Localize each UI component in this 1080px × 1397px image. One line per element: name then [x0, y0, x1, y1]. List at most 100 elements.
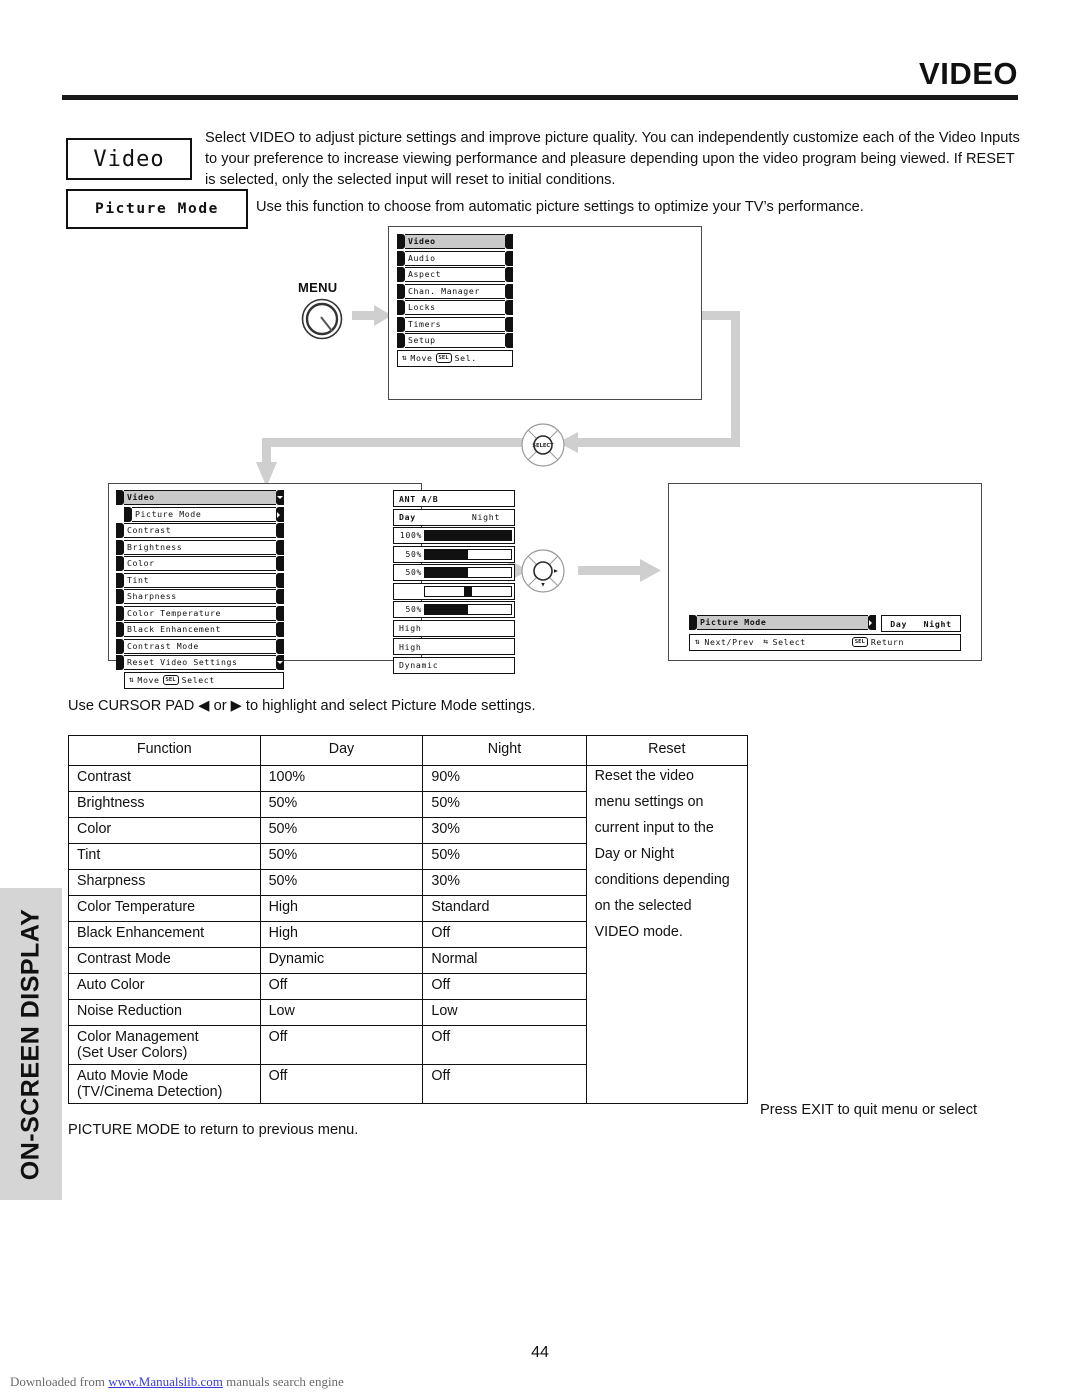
- picture-mode-footer: Picture Mode Day Night ⇅ Next/Prev ⇆ Sel…: [689, 615, 961, 652]
- menu-item-label: Video: [405, 234, 505, 249]
- cell-night: 30%: [422, 817, 587, 844]
- video-row-contrast-mode[interactable]: Contrast Mode: [116, 638, 284, 654]
- menu-item-label: Aspect: [405, 267, 505, 282]
- section-side-tab-label: ON-SCREEN DISPLAY: [16, 908, 45, 1180]
- value-tint-slider[interactable]: [393, 582, 515, 600]
- cell-function: Auto Color: [68, 973, 261, 1000]
- row-left-cap: [689, 615, 697, 630]
- row-left-cap: [116, 523, 124, 538]
- cell-reset-line: menu settings on: [585, 791, 749, 818]
- cell-function-sub: (TV/Cinema Detection): [77, 1084, 223, 1100]
- slider-track[interactable]: [424, 585, 512, 597]
- video-row-contrast[interactable]: Contrast: [116, 523, 284, 538]
- picture-mode-daynight-values[interactable]: Day Night: [881, 615, 961, 632]
- row-left-cap: [397, 333, 405, 348]
- value-color-slider[interactable]: 50%: [393, 564, 515, 581]
- slider-track[interactable]: [424, 548, 512, 560]
- cell-function-main: Auto Movie Mode: [77, 1068, 189, 1084]
- cell-day: High: [259, 921, 424, 948]
- cell-reset-line: VIDEO mode.: [585, 921, 749, 948]
- table-row: Contrast 100% 90% Reset the video: [68, 765, 749, 792]
- row-right-cap: [505, 234, 513, 249]
- value-contrast-slider[interactable]: 100%: [393, 527, 515, 544]
- cell-reset-blank: [585, 947, 749, 974]
- video-row-tint[interactable]: Tint: [116, 572, 284, 588]
- video-row-color[interactable]: Color: [116, 556, 284, 571]
- video-menu-screen: Video Picture Mode Contrast Brightness C: [108, 483, 515, 689]
- menu-item-chan-manager[interactable]: Chan. Manager: [397, 283, 513, 299]
- video-menu-title: Video: [124, 490, 276, 505]
- menu-item-video[interactable]: Video: [397, 234, 513, 249]
- picture-mode-return-note: PICTURE MODE to return to previous menu.: [68, 1122, 359, 1138]
- select-cursor-pad-icon[interactable]: SELECT: [520, 422, 566, 468]
- table-row: Noise Reduction Low Low: [68, 999, 749, 1026]
- cell-function: Brightness: [68, 791, 261, 818]
- cell-day: High: [259, 895, 424, 922]
- row-left-cap: [116, 589, 124, 604]
- video-row-brightness[interactable]: Brightness: [116, 539, 284, 555]
- menu-item-setup[interactable]: Setup: [397, 333, 513, 348]
- video-row-label: Color Temperature: [124, 605, 276, 621]
- cell-night: Off: [422, 1064, 587, 1104]
- menu-item-timers[interactable]: Timers: [397, 316, 513, 332]
- menu-item-locks[interactable]: Locks: [397, 300, 513, 315]
- row-right-cap: [276, 539, 284, 555]
- cell-night: 50%: [422, 843, 587, 870]
- manualslib-link[interactable]: www.Manualslib.com: [108, 1374, 223, 1389]
- slider-track[interactable]: [424, 604, 512, 615]
- slider-fill: [425, 531, 511, 540]
- hint-return-group: SEL Return: [851, 637, 960, 647]
- slider-track[interactable]: [424, 530, 512, 541]
- cell-function: Tint: [68, 843, 261, 870]
- row-left-cap: [116, 655, 124, 670]
- hint-nextprev-label: Next/Prev: [704, 637, 755, 647]
- instruction-before: Use CURSOR PAD: [68, 698, 199, 714]
- menu-item-audio[interactable]: Audio: [397, 250, 513, 266]
- row-right-cap-down: [276, 655, 284, 670]
- cell-day: 50%: [259, 791, 424, 818]
- picture-mode-selector-row[interactable]: Picture Mode: [689, 615, 876, 630]
- video-row-color-temperature[interactable]: Color Temperature: [116, 605, 284, 621]
- value-brightness-slider[interactable]: 50%: [393, 545, 515, 563]
- table-row: Black Enhancement High Off VIDEO mode.: [68, 921, 749, 948]
- video-menu-values: ANT A/B Day Night 100% 50% 50% 50% High …: [393, 490, 515, 675]
- left-right-cursor-pad-icon[interactable]: [520, 548, 566, 594]
- cell-function-main: Color Management: [77, 1029, 199, 1045]
- video-row-picture-mode[interactable]: Picture Mode: [124, 506, 284, 522]
- menu-knob-icon[interactable]: [301, 298, 343, 340]
- video-row-black-enhancement[interactable]: Black Enhancement: [116, 622, 284, 637]
- value-contrast-mode[interactable]: Dynamic: [393, 656, 515, 674]
- table-row: Auto Movie Mode (TV/Cinema Detection) Of…: [68, 1064, 749, 1104]
- video-row-sharpness[interactable]: Sharpness: [116, 589, 284, 604]
- row-left-cap: [116, 605, 124, 621]
- cell-function: Auto Movie Mode (TV/Cinema Detection): [68, 1064, 261, 1104]
- download-attribution: Downloaded from www.Manualslib.com manua…: [10, 1374, 344, 1390]
- value-percent: 50%: [405, 549, 422, 559]
- up-down-arrow-icon: ⇅: [129, 675, 135, 684]
- row-left-cap: [116, 490, 124, 505]
- menu-knob-label: MENU: [298, 280, 338, 295]
- cell-day: 100%: [259, 765, 424, 792]
- menu-item-aspect[interactable]: Aspect: [397, 267, 513, 282]
- value-sharpness-slider[interactable]: 50%: [393, 601, 515, 618]
- video-row-reset-video-settings[interactable]: Reset Video Settings: [116, 655, 284, 670]
- left-right-arrow-icon: ⇆: [763, 637, 769, 646]
- hint-return-label: Return: [870, 637, 904, 647]
- cell-function: Black Enhancement: [68, 921, 261, 948]
- row-left-cap: [124, 506, 132, 522]
- picture-mode-section-label-text: Picture Mode: [95, 201, 219, 217]
- video-section-label-text: Video: [93, 146, 165, 172]
- value-picture-mode-daynight[interactable]: Day Night: [393, 508, 515, 526]
- cell-function: Contrast Mode: [68, 947, 261, 974]
- hint-sel-label: Sel.: [454, 353, 477, 363]
- cell-reset-line: Reset the video: [585, 765, 749, 792]
- row-right-cap: [276, 523, 284, 538]
- value-black-enhancement[interactable]: High: [393, 638, 515, 655]
- slider-thumb[interactable]: [464, 586, 472, 596]
- slider-track[interactable]: [424, 567, 512, 578]
- cell-reset-line: conditions depending: [585, 869, 749, 896]
- instruction-middle: or: [209, 698, 231, 714]
- video-row-title[interactable]: Video: [116, 490, 284, 505]
- value-color-temperature[interactable]: High: [393, 619, 515, 637]
- row-right-cap: [505, 283, 513, 299]
